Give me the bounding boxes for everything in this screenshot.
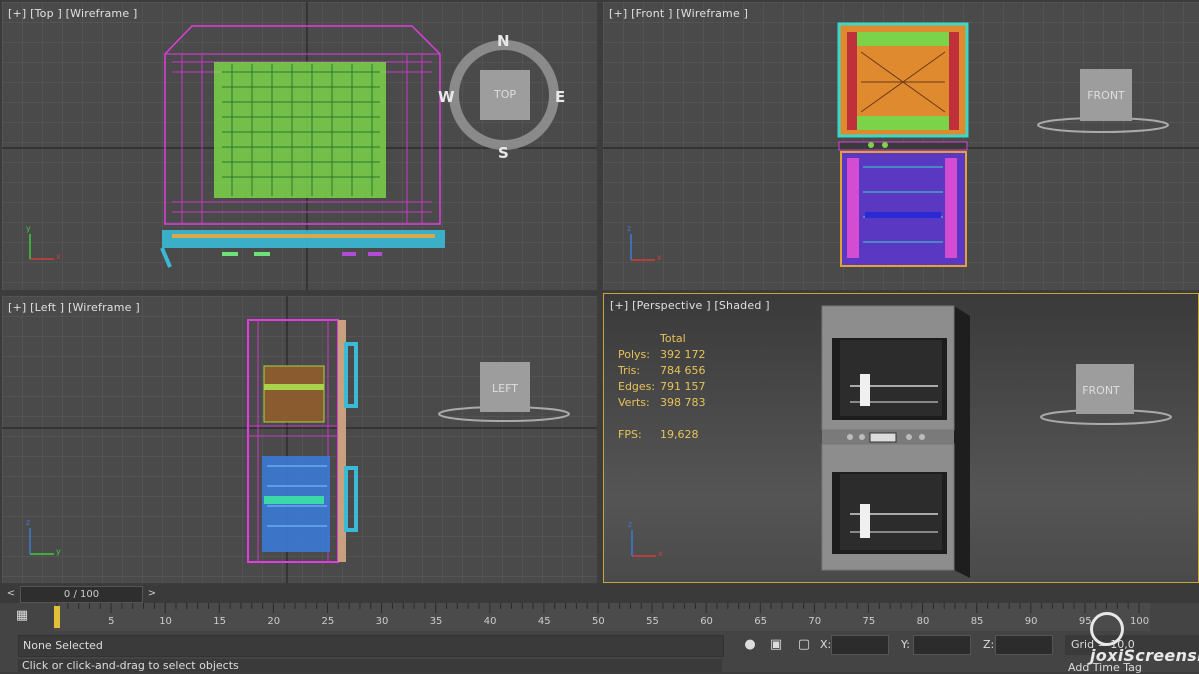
prompt-line: Click or click-and-drag to select object… (18, 659, 722, 673)
axis-label-x-front: x (657, 253, 662, 262)
watermark-icon (1090, 612, 1124, 646)
axis-label-x-top: x (56, 252, 61, 261)
axis-label-z-perspective: z (628, 520, 633, 529)
ruler-tick-label: 90 (1024, 616, 1038, 627)
ruler-tick-label: 40 (483, 616, 497, 627)
stats-edges-value: 791 157 (660, 380, 706, 393)
time-slider[interactable]: < 0 / 100 > (0, 585, 1199, 603)
axis-label-z-front: z (627, 224, 632, 233)
lock-selection-icon[interactable]: ▣ (768, 637, 784, 653)
ruler-tick-label: 85 (970, 616, 984, 627)
watermark-text: joxiScreenshot (1090, 646, 1199, 665)
ruler-tick-label: 35 (429, 616, 443, 627)
curve-editor-icon[interactable]: ▦ (10, 608, 34, 626)
oven-render (821, 305, 970, 578)
compass-west-label: W (438, 88, 455, 106)
ruler-tick-label: 10 (159, 616, 172, 627)
ruler-tick-label: 30 (375, 616, 389, 627)
axis-label-y-left: y (56, 547, 61, 556)
ruler-tick-label: 70 (808, 616, 822, 627)
z-coord-label: Z: (983, 638, 995, 651)
stats-tris-value: 784 656 (660, 364, 706, 377)
viewport-label-left[interactable]: [+] [Left ] [Wireframe ] (8, 301, 140, 314)
x-coord-field[interactable] (831, 635, 889, 655)
view-cube-perspective-face[interactable]: FRONT (1076, 384, 1126, 397)
isolate-selection-icon[interactable]: ● (742, 637, 758, 653)
time-slider-track[interactable]: 0 / 100 (20, 586, 143, 603)
ruler-tick-label: 45 (537, 616, 551, 627)
stats-verts-value: 398 783 (660, 396, 706, 409)
ruler-tick-label: 50 (592, 616, 605, 627)
previous-frame-button[interactable]: < (4, 587, 18, 601)
viewport-label-front[interactable]: [+] [Front ] [Wireframe ] (609, 7, 748, 20)
status-bar: None Selected Click or click-and-drag to… (0, 631, 1199, 674)
viewport-front[interactable]: [+] [Front ] [Wireframe ] FRONT z x (603, 2, 1199, 290)
viewport-left[interactable]: [+] [Left ] [Wireframe ] LEFT z y (2, 296, 597, 583)
z-coord-field[interactable] (995, 635, 1053, 655)
ruler-tick-label: 55 (646, 616, 659, 627)
x-coord-label: X: (820, 638, 832, 651)
time-slider-value: 0 / 100 (63, 589, 100, 600)
y-coord-field[interactable] (913, 635, 971, 655)
ruler-tick-label: 80 (916, 616, 930, 627)
frame-ruler[interactable]: 0510152025303540455055606570758085909510… (54, 603, 1150, 631)
ruler-tick-label: 15 (213, 616, 227, 627)
view-cube-front-face[interactable]: FRONT (1080, 89, 1132, 102)
compass-south-label: S (498, 144, 509, 162)
ruler-tick-label: 20 (267, 616, 281, 627)
stats-fps-label: FPS: (618, 428, 642, 441)
transform-mode-icon[interactable]: ▢ (796, 637, 812, 653)
stats-polys-label: Polys: (618, 348, 650, 361)
stats-edges-label: Edges: (618, 380, 656, 393)
stats-verts-label: Verts: (618, 396, 650, 409)
ruler-tick-label: 60 (700, 616, 713, 627)
ruler-tick-label: 65 (754, 616, 768, 627)
oven-front-wireframe (837, 22, 969, 267)
axis-label-x-perspective: x (658, 549, 663, 558)
ruler-tick-label: 5 (108, 616, 115, 627)
viewport-top[interactable]: [+] [Top ] [Wireframe ] N S E W TOP y x (2, 2, 597, 290)
stats-polys-value: 392 172 (660, 348, 706, 361)
viewport-label-perspective[interactable]: [+] [Perspective ] [Shaded ] (610, 299, 770, 312)
stats-header: Total (660, 332, 686, 345)
axis-label-z-left: z (26, 518, 31, 527)
next-frame-button[interactable]: > (145, 587, 159, 601)
track-bar[interactable]: ▦ 05101520253035404550556065707580859095… (0, 603, 1199, 631)
left-wireframe-scene (2, 296, 597, 583)
compass-east-label: E (555, 88, 566, 106)
stats-fps-value: 19,628 (660, 428, 699, 441)
ruler-tick-label: 25 (321, 616, 335, 627)
axis-label-y-top: y (26, 224, 31, 233)
view-cube-top-face[interactable]: TOP (480, 88, 530, 101)
compass-north-label: N (497, 32, 510, 50)
y-coord-label: Y: (901, 638, 910, 651)
front-wireframe-scene (603, 2, 1199, 290)
watermark-logo: joxiScreenshot (1090, 612, 1199, 665)
view-cube-left-face[interactable]: LEFT (480, 382, 530, 395)
time-cursor[interactable] (54, 606, 60, 628)
ruler-tick-label: 75 (862, 616, 876, 627)
selection-status: None Selected (18, 635, 724, 657)
viewport-perspective[interactable]: [+] [Perspective ] [Shaded ] Total Polys… (603, 293, 1199, 583)
viewport-label-top[interactable]: [+] [Top ] [Wireframe ] (8, 7, 137, 20)
stats-tris-label: Tris: (618, 364, 641, 377)
statistics-overlay: Total Polys: 392 172 Tris: 784 656 Edges: 7… (618, 332, 706, 444)
